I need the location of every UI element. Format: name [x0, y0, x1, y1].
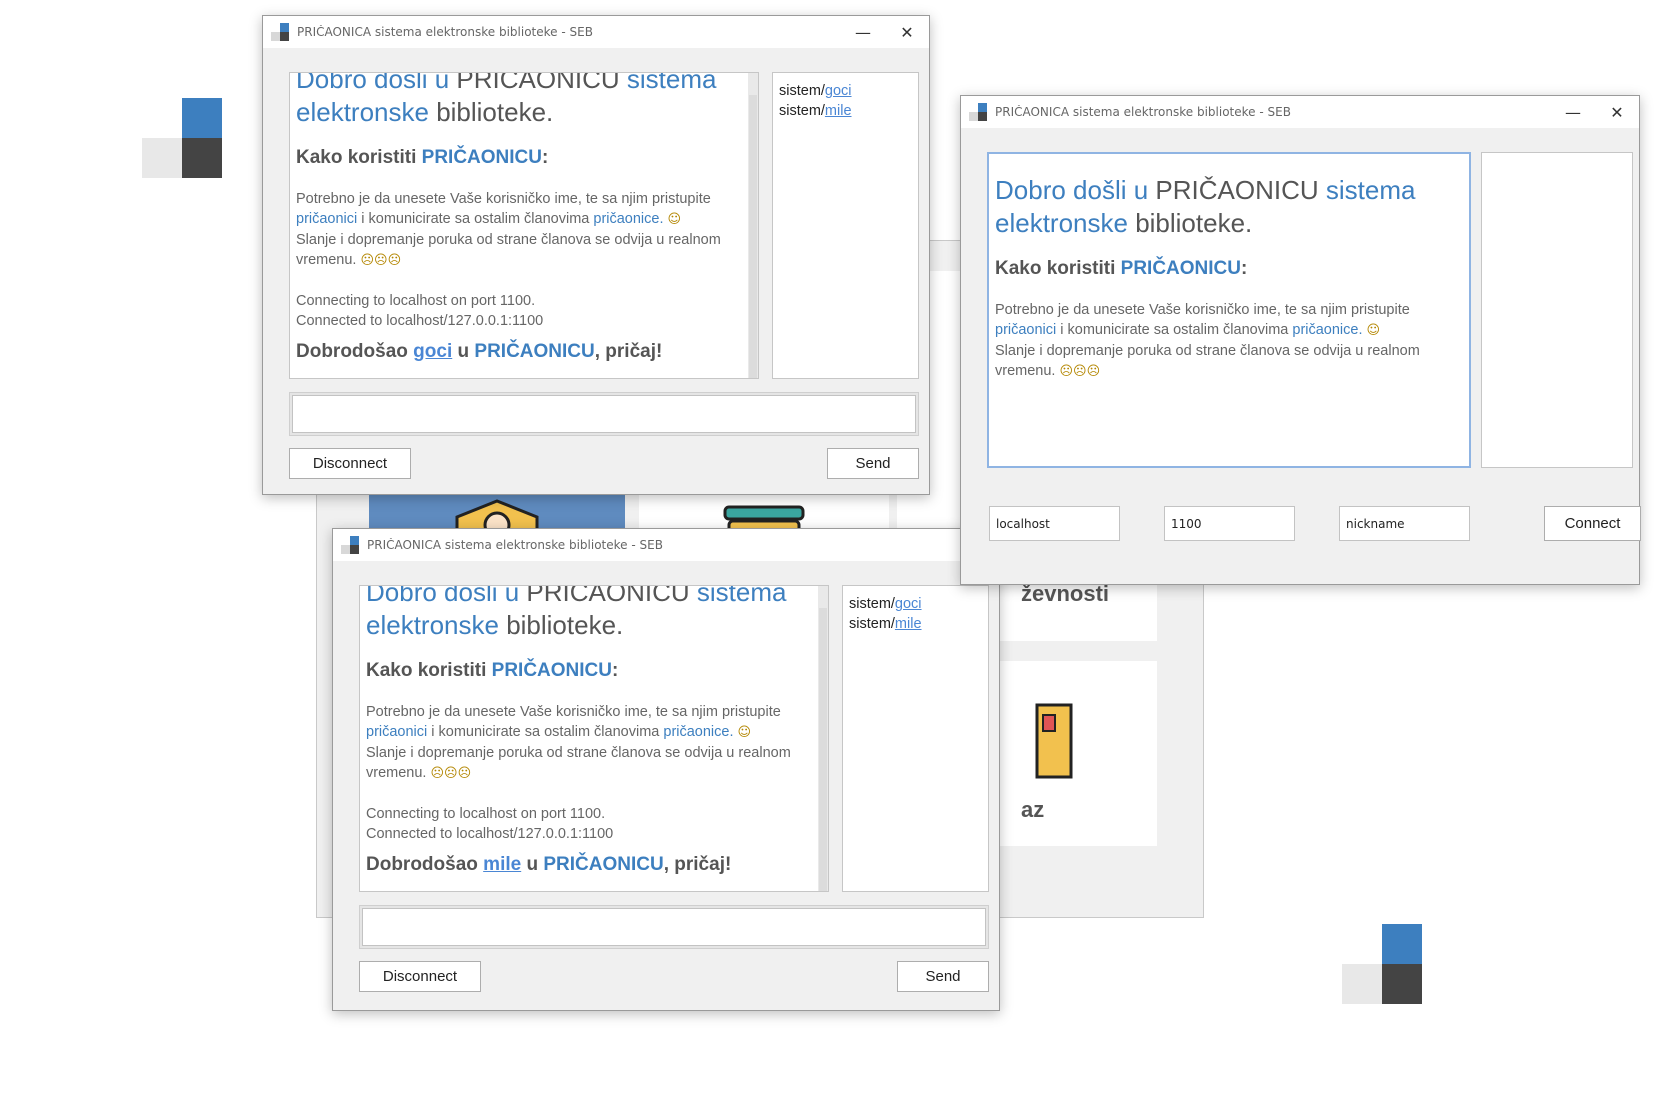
chat-window-goci: PRIČAONICA sistema elektronske bibliotek… — [262, 15, 930, 495]
window-title: PRIČAONICA sistema elektronske bibliotek… — [995, 105, 1291, 119]
faces-emoji-icon: ☹☹☹ — [430, 766, 472, 781]
connection-status: Connecting to localhost on port 1100. Con… — [296, 293, 544, 329]
intro-heading: Dobro došli u PRIČAONICU sistema elektron… — [296, 72, 717, 127]
chat-scrollbar[interactable] — [818, 586, 828, 891]
connect-button[interactable]: Connect — [1544, 506, 1641, 541]
intro-heading: Dobro došli u PRIČAONICU sistema elektron… — [366, 585, 787, 640]
title-bar[interactable]: PRIČAONICA sistema elektronske bibliotek… — [263, 16, 929, 48]
connection-status: Connecting to localhost on port 1100. Con… — [366, 806, 614, 842]
send-button[interactable]: Send — [827, 448, 919, 479]
port-field[interactable]: 1100 — [1164, 506, 1295, 541]
user-list-item[interactable]: sistem/goci — [849, 594, 922, 614]
user-list-item[interactable]: sistem/goci — [779, 81, 852, 101]
user-list-item[interactable]: sistem/mile — [779, 101, 852, 121]
minimize-icon[interactable]: — — [1551, 96, 1595, 128]
chat-scrollbar[interactable] — [748, 73, 758, 378]
howto-heading: Kako koristiti PRIČAONICU: — [995, 258, 1248, 279]
wink-emoji-icon: ☺ — [737, 725, 752, 740]
close-icon[interactable]: ✕ — [885, 16, 929, 48]
user-list[interactable]: sistem/goci sistem/mile — [772, 72, 919, 379]
title-bar[interactable]: PRIČAONICA sistema elektronske bibliotek… — [961, 96, 1639, 128]
host-field[interactable]: localhost — [989, 506, 1120, 541]
message-input[interactable] — [362, 908, 986, 946]
user-list[interactable] — [1481, 152, 1633, 468]
wink-emoji-icon: ☺ — [667, 212, 682, 227]
disconnect-button[interactable]: Disconnect — [359, 961, 481, 992]
connect-window: PRIČAONICA sistema elektronske bibliotek… — [960, 95, 1641, 585]
chat-window-mile: PRIČAONICA sistema elektronske bibliotek… — [332, 528, 1000, 1011]
app-icon — [271, 23, 289, 41]
intro-paragraph: Potrebno je da unesete Vaše korisničko i… — [366, 704, 791, 781]
intro-paragraph: Potrebno je da unesete Vaše korisničko i… — [296, 191, 721, 268]
seb-logo-bottom-right — [1342, 924, 1422, 1004]
welcome-message: Dobrodošao mile u PRIČAONICU, pričaj! — [366, 854, 732, 875]
user-link-goci[interactable]: goci — [413, 341, 452, 362]
intro-paragraph: Potrebno je da unesete Vaše korisničko i… — [995, 302, 1420, 379]
minimize-icon[interactable]: — — [841, 16, 885, 48]
app-icon — [341, 536, 359, 554]
howto-heading: Kako koristiti PRIČAONICU: — [296, 147, 549, 168]
chat-log[interactable]: Dobro došli u PRIČAONICU sistema elektron… — [289, 72, 759, 379]
app-icon — [969, 103, 987, 121]
message-input-frame — [289, 392, 919, 436]
window-title: PRIČAONICA sistema elektronske bibliotek… — [367, 538, 663, 552]
howto-heading: Kako koristiti PRIČAONICU: — [366, 660, 619, 681]
door-icon — [1035, 703, 1073, 779]
chat-log[interactable]: Dobro došli u PRIČAONICU sistema elektron… — [359, 585, 829, 892]
user-list[interactable]: sistem/goci sistem/mile — [842, 585, 989, 892]
disconnect-button[interactable]: Disconnect — [289, 448, 411, 479]
send-button[interactable]: Send — [897, 961, 989, 992]
window-title: PRIČAONICA sistema elektronske bibliotek… — [297, 25, 593, 39]
close-icon[interactable]: ✕ — [1595, 96, 1639, 128]
seb-logo-top-left — [142, 98, 222, 178]
welcome-message: Dobrodošao goci u PRIČAONICU, pričaj! — [296, 341, 663, 362]
intro-heading: Dobro došli u PRIČAONICU sistema elektron… — [995, 175, 1416, 238]
bg-label-exit: az — [1021, 797, 1045, 822]
nickname-field[interactable]: nickname — [1339, 506, 1470, 541]
message-input[interactable] — [292, 395, 916, 433]
faces-emoji-icon: ☹☹☹ — [360, 253, 402, 268]
message-input-frame — [359, 905, 989, 949]
user-list-item[interactable]: sistem/mile — [849, 614, 922, 634]
chat-log[interactable]: Dobro došli u PRIČAONICU sistema elektron… — [987, 152, 1471, 468]
title-bar[interactable]: PRIČAONICA sistema elektronske bibliotek… — [333, 529, 999, 561]
wink-emoji-icon: ☺ — [1366, 323, 1381, 338]
user-link-mile[interactable]: mile — [483, 854, 521, 875]
faces-emoji-icon: ☹☹☹ — [1059, 364, 1101, 379]
